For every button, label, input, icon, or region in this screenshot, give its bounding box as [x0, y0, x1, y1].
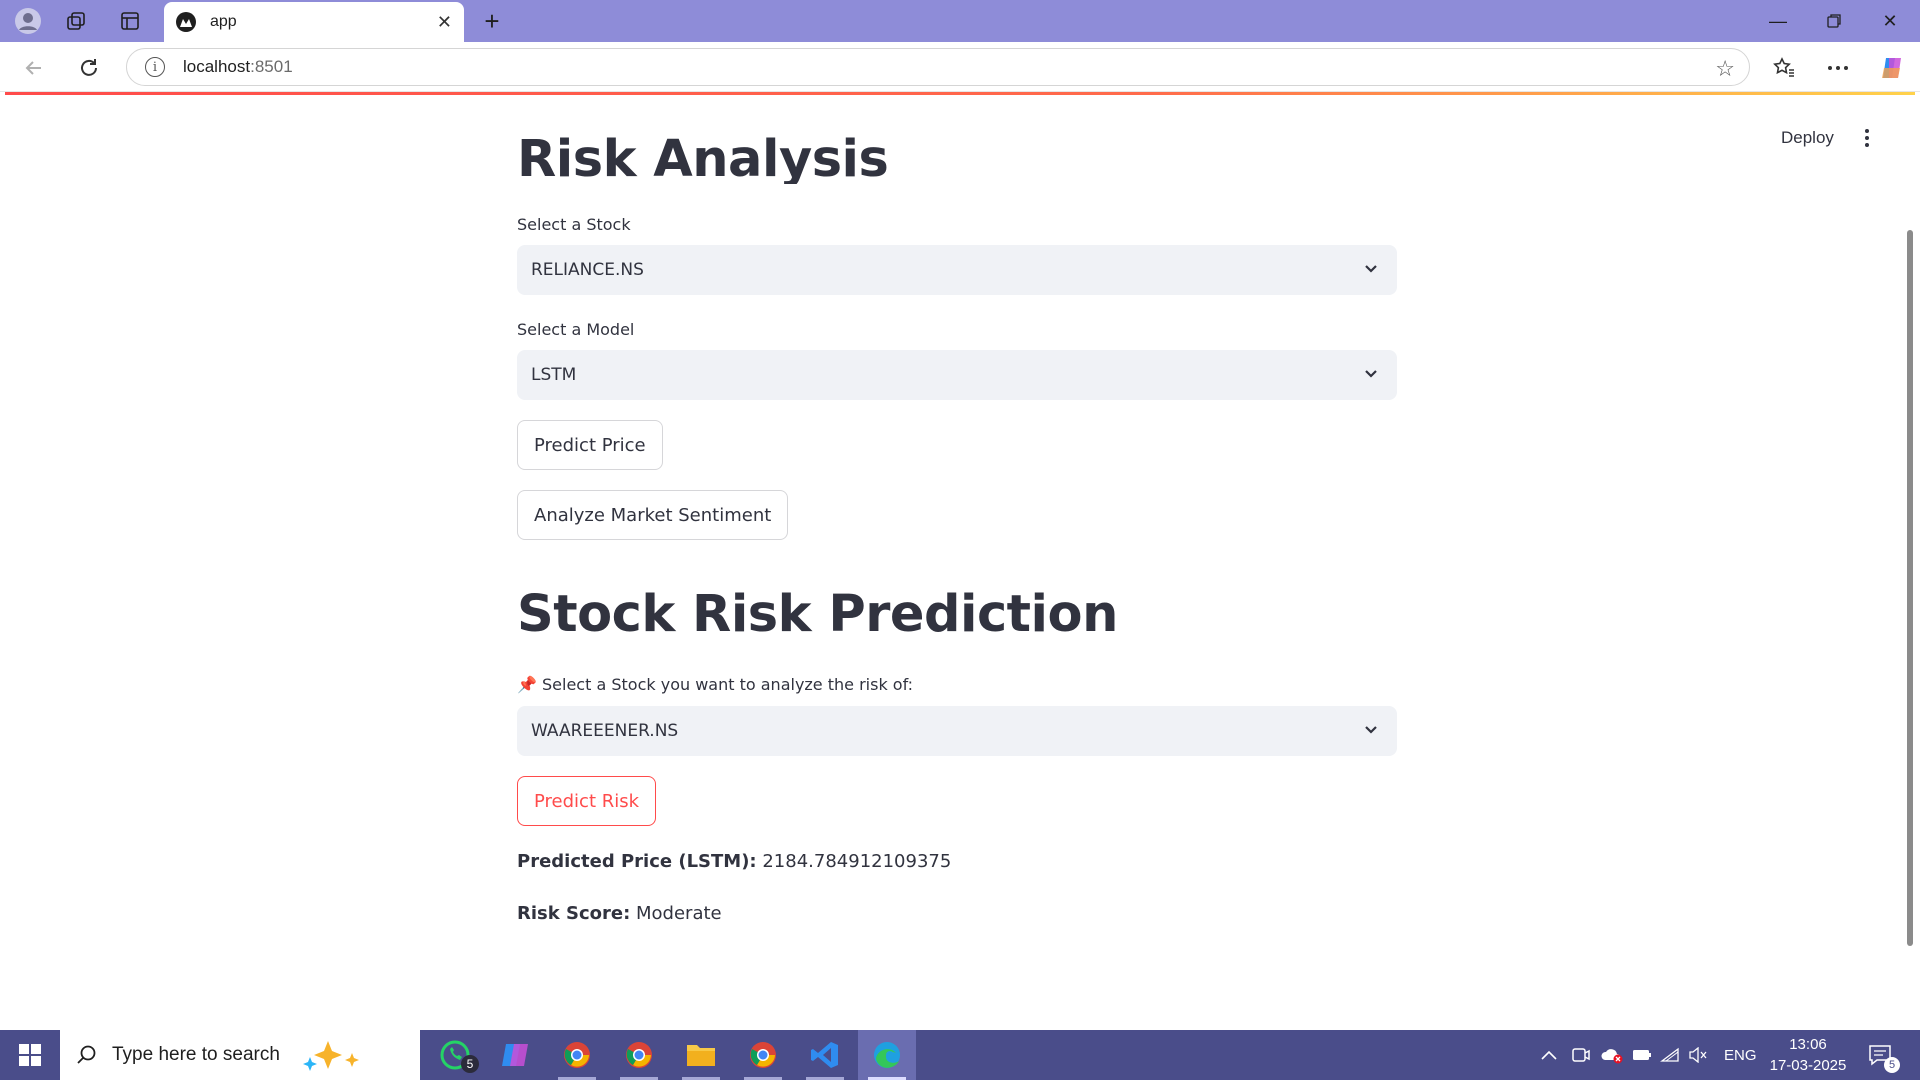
- taskbar-vscode-icon[interactable]: [796, 1030, 854, 1080]
- copilot-icon[interactable]: [1876, 52, 1908, 84]
- restore-icon[interactable]: [1806, 0, 1862, 42]
- url-port: :8501: [250, 57, 293, 76]
- streamlit-favicon-icon: [176, 12, 196, 32]
- taskbar-whatsapp-icon[interactable]: 5: [426, 1030, 484, 1080]
- url-host: localhost: [183, 57, 251, 76]
- predicted-price-key: Predicted Price (LSTM):: [517, 851, 757, 872]
- whatsapp-badge: 5: [461, 1055, 479, 1073]
- search-placeholder: Type here to search: [112, 1044, 280, 1065]
- taskbar-edge-icon[interactable]: [858, 1030, 916, 1080]
- risk-prediction-heading: Stock Risk Prediction: [517, 585, 1118, 644]
- model-label-text: Select a Model: [517, 320, 635, 339]
- partial-heading-wrap: Risk Analysis: [517, 96, 1397, 184]
- stock-label-text: Select a Stock: [517, 215, 631, 234]
- back-icon[interactable]: [18, 52, 50, 84]
- main-menu-icon[interactable]: [1860, 126, 1874, 150]
- chevron-down-icon: [1365, 265, 1377, 273]
- taskbar-search-box[interactable]: Type here to search: [60, 1030, 420, 1080]
- workspaces-icon[interactable]: [62, 7, 90, 35]
- stock-selectbox[interactable]: RELIANCE.NS: [517, 245, 1397, 295]
- risk-stock-selectbox-wrap: WAAREEENER.NS: [517, 706, 1397, 756]
- refresh-icon[interactable]: [73, 52, 105, 84]
- model-selectbox-wrap: LSTM: [517, 350, 1397, 400]
- model-select-label: Select a Model: [517, 320, 1397, 339]
- show-hidden-icons[interactable]: [1540, 1030, 1558, 1080]
- taskbar-chrome-icon[interactable]: [548, 1030, 606, 1080]
- close-window-icon[interactable]: ✕: [1862, 0, 1918, 42]
- stock-select-label: Select a Stock: [517, 215, 1397, 234]
- chevron-down-icon: [1365, 726, 1377, 734]
- search-highlight-sparkles-icon: [302, 1041, 359, 1071]
- profile-avatar-icon[interactable]: [14, 7, 42, 35]
- browser-tab-strip: app ✕ + — ✕: [0, 0, 1920, 42]
- taskbar-m365-icon[interactable]: [486, 1030, 544, 1080]
- clock-time: 13:06: [1789, 1036, 1827, 1053]
- analyze-sentiment-button[interactable]: Analyze Market Sentiment: [517, 490, 789, 540]
- tab-close-icon[interactable]: ✕: [437, 12, 452, 33]
- favorite-star-icon[interactable]: ☆: [1715, 56, 1735, 82]
- predict-risk-button[interactable]: Predict Risk: [517, 776, 657, 826]
- sentiment-wrap: Analyze Market Sentiment: [517, 490, 1397, 540]
- risk-score-key: Risk Score:: [517, 903, 631, 924]
- predict-price-wrap: Predict Price: [517, 420, 1397, 470]
- taskbar-file-explorer-icon[interactable]: [672, 1030, 730, 1080]
- predicted-price-value: 2184.784912109375: [762, 851, 952, 872]
- meet-now-icon[interactable]: [1572, 1030, 1590, 1080]
- predicted-price-result: Predicted Price (LSTM): 2184.78491210937…: [517, 851, 1397, 872]
- language-indicator[interactable]: ENG: [1724, 1030, 1757, 1080]
- risk-stock-label: 📌 Select a Stock you want to analyze the…: [517, 675, 1397, 694]
- browser-tab-app[interactable]: app ✕: [164, 2, 464, 42]
- page-heading-risk-analysis: Risk Analysis: [517, 130, 889, 184]
- favorites-icon[interactable]: [1768, 52, 1800, 84]
- site-info-icon[interactable]: i: [145, 57, 165, 77]
- chevron-down-icon: [1365, 370, 1377, 378]
- search-icon: [77, 1045, 96, 1064]
- vertical-tabs-icon[interactable]: [116, 7, 144, 35]
- onedrive-error-icon[interactable]: [1600, 1030, 1624, 1080]
- stock-selectbox-wrap: RELIANCE.NS: [517, 245, 1397, 295]
- deploy-button[interactable]: Deploy: [1781, 128, 1834, 148]
- browser-toolbar: i localhost:8501 ☆: [0, 42, 1920, 92]
- windows-start-icon[interactable]: [0, 1030, 60, 1080]
- battery-icon[interactable]: [1632, 1030, 1652, 1080]
- predict-risk-wrap: Predict Risk: [517, 776, 1397, 826]
- minimize-icon[interactable]: —: [1750, 0, 1806, 42]
- notifications-icon[interactable]: 5: [1868, 1030, 1900, 1080]
- more-options-icon[interactable]: [1822, 52, 1854, 84]
- risk-stock-label-text: Select a Stock you want to analyze the r…: [542, 675, 914, 694]
- page-scrollbar[interactable]: [1907, 230, 1913, 946]
- risk-stock-selected-value: WAAREEENER.NS: [531, 721, 679, 741]
- risk-heading-wrap: Stock Risk Prediction: [517, 585, 1397, 644]
- notification-count-badge: 5: [1884, 1057, 1900, 1073]
- pushpin-icon: 📌: [517, 675, 537, 694]
- app-viewport: [5, 95, 1915, 1025]
- risk-score-result: Risk Score: Moderate: [517, 903, 1397, 924]
- taskbar-chrome-h-icon[interactable]: [734, 1030, 792, 1080]
- model-selectbox[interactable]: LSTM: [517, 350, 1397, 400]
- address-bar[interactable]: i localhost:8501 ☆: [126, 48, 1750, 86]
- risk-stock-selectbox[interactable]: WAAREEENER.NS: [517, 706, 1397, 756]
- tab-title: app: [210, 13, 237, 30]
- windows-taskbar: Type here to search 5 ENG 13:06 17-03-20…: [0, 1030, 1920, 1080]
- stock-selected-value: RELIANCE.NS: [531, 260, 644, 280]
- model-selected-value: LSTM: [531, 365, 577, 385]
- risk-score-value: Moderate: [636, 903, 722, 924]
- volume-muted-icon[interactable]: [1688, 1030, 1708, 1080]
- wifi-icon[interactable]: [1660, 1030, 1680, 1080]
- new-tab-icon[interactable]: +: [478, 6, 506, 36]
- predict-price-button[interactable]: Predict Price: [517, 420, 663, 470]
- taskbar-chrome-profile-icon[interactable]: [610, 1030, 668, 1080]
- taskbar-clock[interactable]: 13:06 17-03-2025: [1758, 1034, 1858, 1076]
- clock-date: 17-03-2025: [1769, 1057, 1847, 1074]
